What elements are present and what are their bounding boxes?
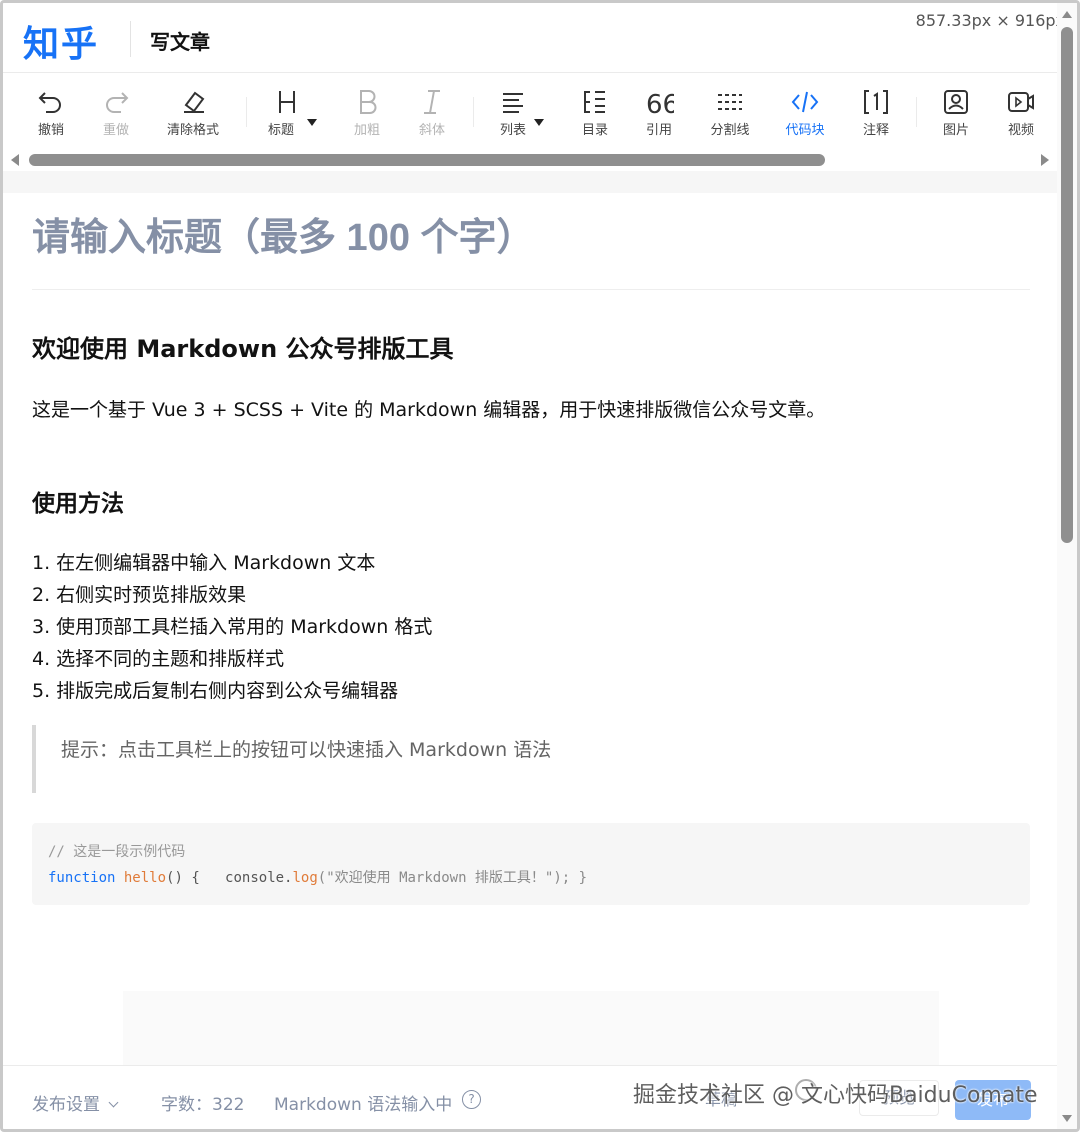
code-method: log [292, 870, 318, 886]
undo-icon [38, 92, 61, 113]
code-args: ("欢迎使用 Markdown 排版工具！"); } [317, 870, 588, 886]
heading-button[interactable]: 标题 [255, 87, 319, 143]
video-button[interactable]: 视频 [989, 87, 1053, 143]
code-comment: // 这是一段示例代码 [48, 844, 186, 860]
undo-label: 撤销 [37, 123, 64, 138]
bold-button[interactable]: 加粗 [335, 87, 399, 143]
vertical-scroll-thumb[interactable] [1061, 27, 1073, 543]
list-item: 1. 在左侧编辑器中输入 Markdown 文本 [32, 552, 376, 574]
bold-label: 加粗 [353, 123, 380, 138]
content-paragraph: 这是一个基于 Vue 3 + SCSS + Vite 的 Markdown 编辑… [32, 399, 826, 421]
footnote-button[interactable]: 注释 [844, 87, 908, 143]
content-heading-1: 欢迎使用 Markdown 公众号排版工具 [32, 335, 454, 363]
app-window: 知乎 写文章 857.33px × 916px 撤销 重做 清除格式 标题 加粗… [0, 0, 1080, 1132]
quote-label: 引用 [645, 123, 672, 138]
undo-button[interactable]: 撤销 [19, 87, 83, 143]
quote-button[interactable]: 66 引用 [627, 87, 691, 143]
horizontal-scrollbar[interactable] [3, 149, 1057, 171]
image-label: 图片 [942, 123, 969, 138]
list-icon [503, 93, 523, 113]
scroll-down-arrow-icon[interactable] [1062, 1115, 1072, 1122]
code-object: console. [225, 870, 293, 886]
watermark: 掘金技术社区 @ 文心快码BaiduComate [633, 1083, 1038, 1108]
quote-icon: 66 [646, 90, 674, 117]
toolbar-separator [473, 97, 474, 127]
code-icon [791, 91, 819, 113]
scroll-right-arrow-icon[interactable] [1041, 154, 1049, 166]
horizontal-scroll-thumb[interactable] [29, 154, 825, 166]
placeholder-panel [123, 991, 939, 1067]
markdown-mode-status: Markdown 语法输入中 [274, 1095, 453, 1115]
code-parens: () { [166, 870, 200, 886]
toc-icon [584, 91, 605, 113]
code-block-button[interactable]: 代码块 [773, 87, 837, 143]
svg-text:66: 66 [646, 90, 674, 117]
bold-icon [360, 90, 377, 114]
image-button[interactable]: 图片 [924, 87, 988, 143]
video-icon [1008, 92, 1034, 112]
header: 知乎 写文章 857.33px × 916px [3, 3, 1077, 73]
toolbar-separator [916, 97, 917, 127]
publish-settings-button[interactable]: 发布设置 [32, 1090, 119, 1115]
usage-steps-list: 1. 在左侧编辑器中输入 Markdown 文本 2. 右侧实时预览排版效果 3… [32, 547, 432, 707]
chevron-down-icon [534, 119, 544, 126]
chevron-down-icon [307, 119, 317, 126]
video-label: 视频 [1007, 123, 1034, 138]
clear-format-button[interactable]: 清除格式 [161, 87, 225, 143]
scroll-up-arrow-icon[interactable] [1062, 11, 1072, 18]
list-button[interactable]: 列表 [481, 87, 545, 143]
chevron-down-icon [108, 1097, 119, 1108]
list-item: 4. 选择不同的主题和排版样式 [32, 648, 285, 670]
code-block-label: 代码块 [785, 123, 825, 138]
redo-button[interactable]: 重做 [84, 87, 148, 143]
vertical-scrollbar[interactable] [1057, 3, 1077, 1129]
publish-settings-label: 发布设置 [32, 1095, 100, 1115]
page-title: 写文章 [150, 30, 210, 54]
header-divider [130, 21, 131, 57]
zhihu-logo[interactable]: 知乎 [23, 15, 99, 67]
dimension-label: 857.33px × 916px [915, 11, 1065, 30]
editor-toolbar: 撤销 重做 清除格式 标题 加粗 斜体 列表 目录 6 引用 分割线 代码块 注… [3, 75, 1077, 147]
image-icon [944, 90, 968, 114]
list-item: 5. 排版完成后复制右侧内容到公众号编辑器 [32, 680, 399, 702]
toc-button[interactable]: 目录 [563, 87, 627, 143]
code-block[interactable]: // 这是一段示例代码 function hello() { console.l… [32, 823, 1030, 905]
eraser-icon [184, 91, 205, 113]
blockquote: 提示：点击工具栏上的按钮可以快速插入 Markdown 语法 [32, 725, 632, 793]
scroll-left-arrow-icon[interactable] [11, 154, 19, 166]
italic-button[interactable]: 斜体 [400, 87, 464, 143]
list-item: 3. 使用顶部工具栏插入常用的 Markdown 格式 [32, 616, 433, 638]
code-keyword: function [48, 870, 116, 886]
redo-icon [106, 92, 129, 113]
title-divider [32, 289, 1030, 290]
help-icon[interactable]: ? [462, 1090, 481, 1109]
divider-icon [718, 94, 742, 110]
italic-icon [424, 90, 440, 114]
code-line: // 这是一段示例代码 [48, 839, 1030, 865]
editor-area: 欢迎使用 Markdown 公众号排版工具 这是一个基于 Vue 3 + SCS… [3, 193, 1057, 1067]
word-count: 字数：322 [161, 1095, 245, 1115]
italic-label: 斜体 [418, 123, 445, 138]
clear-format-label: 清除格式 [166, 123, 219, 138]
list-item: 2. 右侧实时预览排版效果 [32, 584, 247, 606]
heading-icon [279, 91, 295, 113]
footnote-icon [864, 90, 888, 114]
content-heading-2: 使用方法 [32, 491, 124, 517]
divider-button[interactable]: 分割线 [698, 87, 762, 143]
footnote-label: 注释 [862, 123, 889, 138]
redo-label: 重做 [102, 123, 129, 138]
title-input[interactable] [32, 217, 1032, 260]
toolbar-shadow-band [3, 171, 1057, 193]
code-line: function hello() { console.log("欢迎使用 Mar… [48, 865, 1030, 891]
code-function-name: hello [123, 870, 167, 886]
divider-label: 分割线 [710, 123, 750, 138]
toc-label: 目录 [581, 123, 608, 138]
